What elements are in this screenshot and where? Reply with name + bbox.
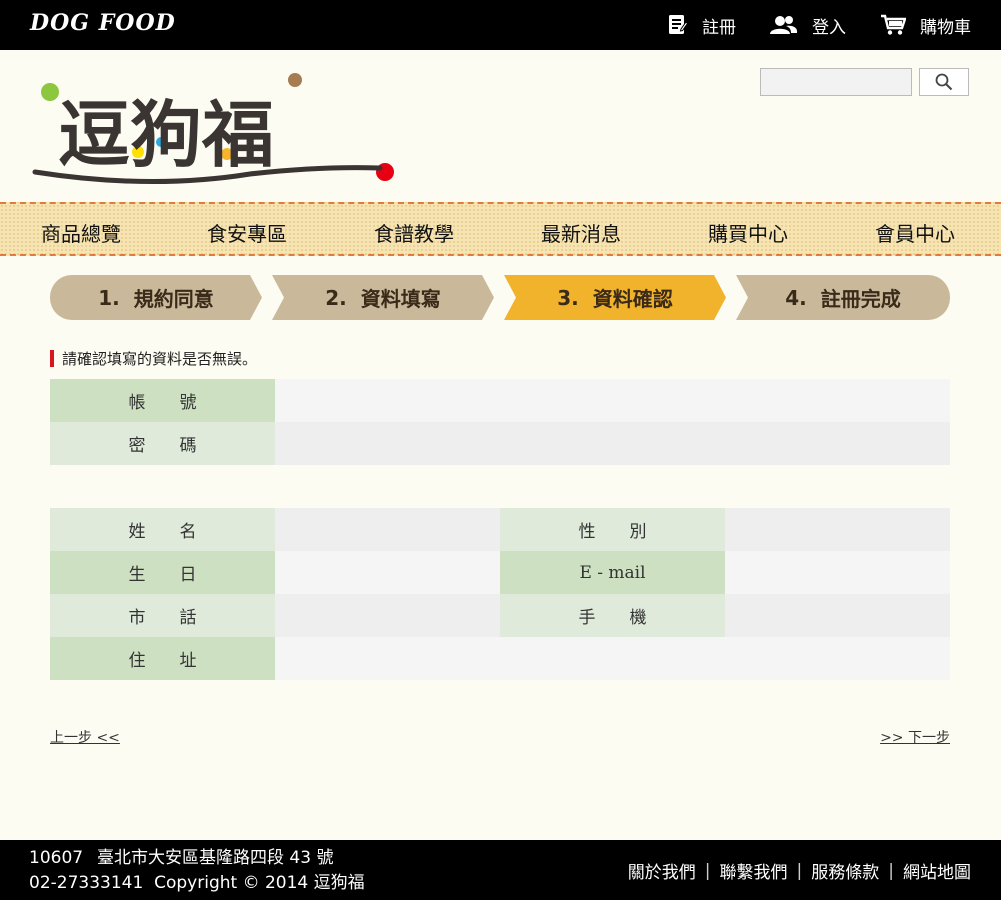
site-logo[interactable]: 逗狗福 [30, 62, 400, 191]
account-table: 帳 號 密 碼 [50, 379, 950, 465]
zip-code: 10607 [29, 848, 84, 868]
nav-member[interactable]: 會員中心 [875, 218, 955, 247]
cart-icon [881, 14, 906, 35]
register-icon [669, 15, 688, 34]
nav-products[interactable]: 商品總覽 [41, 218, 121, 247]
phone-label: 市 話 [50, 594, 275, 637]
birthday-label: 生 日 [50, 551, 275, 594]
copyright: Copyright © 2014 逗狗福 [154, 873, 365, 893]
street-address: 臺北市大安區基隆路四段 43 號 [97, 848, 334, 868]
step-label: 規約同意 [133, 287, 214, 311]
email-label: E - mail [500, 551, 725, 594]
progress-steps: 1. 規約同意 2. 資料填寫 3. 資料確認 4. 註冊完成 [50, 275, 950, 320]
next-step-link[interactable]: >> 下一步 [880, 727, 950, 747]
username-label: 帳 號 [50, 379, 275, 422]
notice-text: 請確認填寫的資料是否無誤。 [62, 350, 258, 368]
divider: | [888, 860, 894, 881]
table-row: 姓 名 性 別 [50, 508, 950, 551]
table-row: 住 址 [50, 637, 950, 680]
search-box [760, 68, 969, 96]
nav-food-safety[interactable]: 食安專區 [207, 218, 287, 247]
phone-number: 02-27333141 [29, 873, 144, 893]
birthday-value [275, 551, 500, 594]
gender-value [725, 508, 950, 551]
prev-step-link[interactable]: 上一步 << [50, 727, 120, 747]
step-label: 資料確認 [592, 287, 673, 311]
login-link[interactable]: 登入 [770, 13, 846, 38]
name-label: 姓 名 [50, 508, 275, 551]
divider: | [704, 860, 711, 881]
profile-table: 姓 名 性 別 生 日 E - mail 市 話 手 機 住 址 [50, 508, 950, 680]
login-label: 登入 [812, 17, 846, 38]
brand-text[interactable]: DOG FOOD [30, 10, 176, 36]
users-icon [770, 16, 798, 34]
step-label: 資料填寫 [360, 287, 441, 311]
nav-shopping[interactable]: 購買中心 [708, 218, 788, 247]
step-confirm: 3. 資料確認 [504, 275, 726, 320]
step-complete: 4. 註冊完成 [736, 275, 950, 320]
nav-news[interactable]: 最新消息 [541, 218, 621, 247]
password-label: 密 碼 [50, 422, 275, 465]
confirm-notice: 請確認填寫的資料是否無誤。 [50, 348, 257, 369]
password-value [275, 422, 950, 465]
step-agreement: 1. 規約同意 [50, 275, 262, 320]
gender-label: 性 別 [500, 508, 725, 551]
logo-text: 逗狗福 [58, 92, 274, 177]
register-label: 註冊 [702, 17, 736, 38]
footer-link-sitemap[interactable]: 網站地圖 [903, 858, 971, 883]
step-number: 2. [325, 285, 347, 310]
step-fill-in: 2. 資料填寫 [272, 275, 494, 320]
notice-marker [50, 350, 54, 367]
name-value [275, 508, 500, 551]
top-bar: DOG FOOD 註冊 登入 購物車 [0, 0, 1001, 50]
table-row: 帳 號 [50, 379, 950, 422]
step-number: 1. [98, 285, 120, 310]
address-value [275, 637, 950, 680]
phone-value [275, 594, 500, 637]
table-row: 市 話 手 機 [50, 594, 950, 637]
register-link[interactable]: 註冊 [668, 13, 736, 38]
cart-link[interactable]: 購物車 [880, 13, 971, 38]
nav-recipes[interactable]: 食譜教學 [374, 218, 454, 247]
top-nav: 註冊 登入 購物車 [634, 0, 971, 50]
footer-links: 關於我們 | 聯繫我們 | 服務條款 | 網站地圖 [628, 858, 971, 884]
search-icon [935, 73, 953, 91]
username-value [275, 379, 950, 422]
step-number: 4. [785, 285, 807, 310]
footer-link-terms[interactable]: 服務條款 [811, 858, 879, 883]
table-row: 密 碼 [50, 422, 950, 465]
mobile-value [725, 594, 950, 637]
search-button[interactable] [919, 68, 969, 96]
search-input[interactable] [760, 68, 912, 96]
divider: | [796, 860, 803, 881]
footer-link-contact[interactable]: 聯繫我們 [720, 858, 788, 883]
main-nav: 商品總覽 食安專區 食譜教學 最新消息 購買中心 會員中心 [0, 202, 1001, 256]
email-value [725, 551, 950, 594]
mobile-label: 手 機 [500, 594, 725, 637]
step-number: 3. [557, 285, 579, 310]
footer-link-about[interactable]: 關於我們 [628, 858, 696, 883]
logo-image: 逗狗福 [32, 73, 394, 185]
footer-address: 10607 臺北市大安區基隆路四段 43 號 02-27333141 Copyri… [29, 846, 365, 896]
step-label: 註冊完成 [820, 287, 901, 311]
address-label: 住 址 [50, 637, 275, 680]
footer: 10607 臺北市大安區基隆路四段 43 號 02-27333141 Copyri… [0, 840, 1001, 900]
table-row: 生 日 E - mail [50, 551, 950, 594]
cart-label: 購物車 [920, 17, 971, 38]
